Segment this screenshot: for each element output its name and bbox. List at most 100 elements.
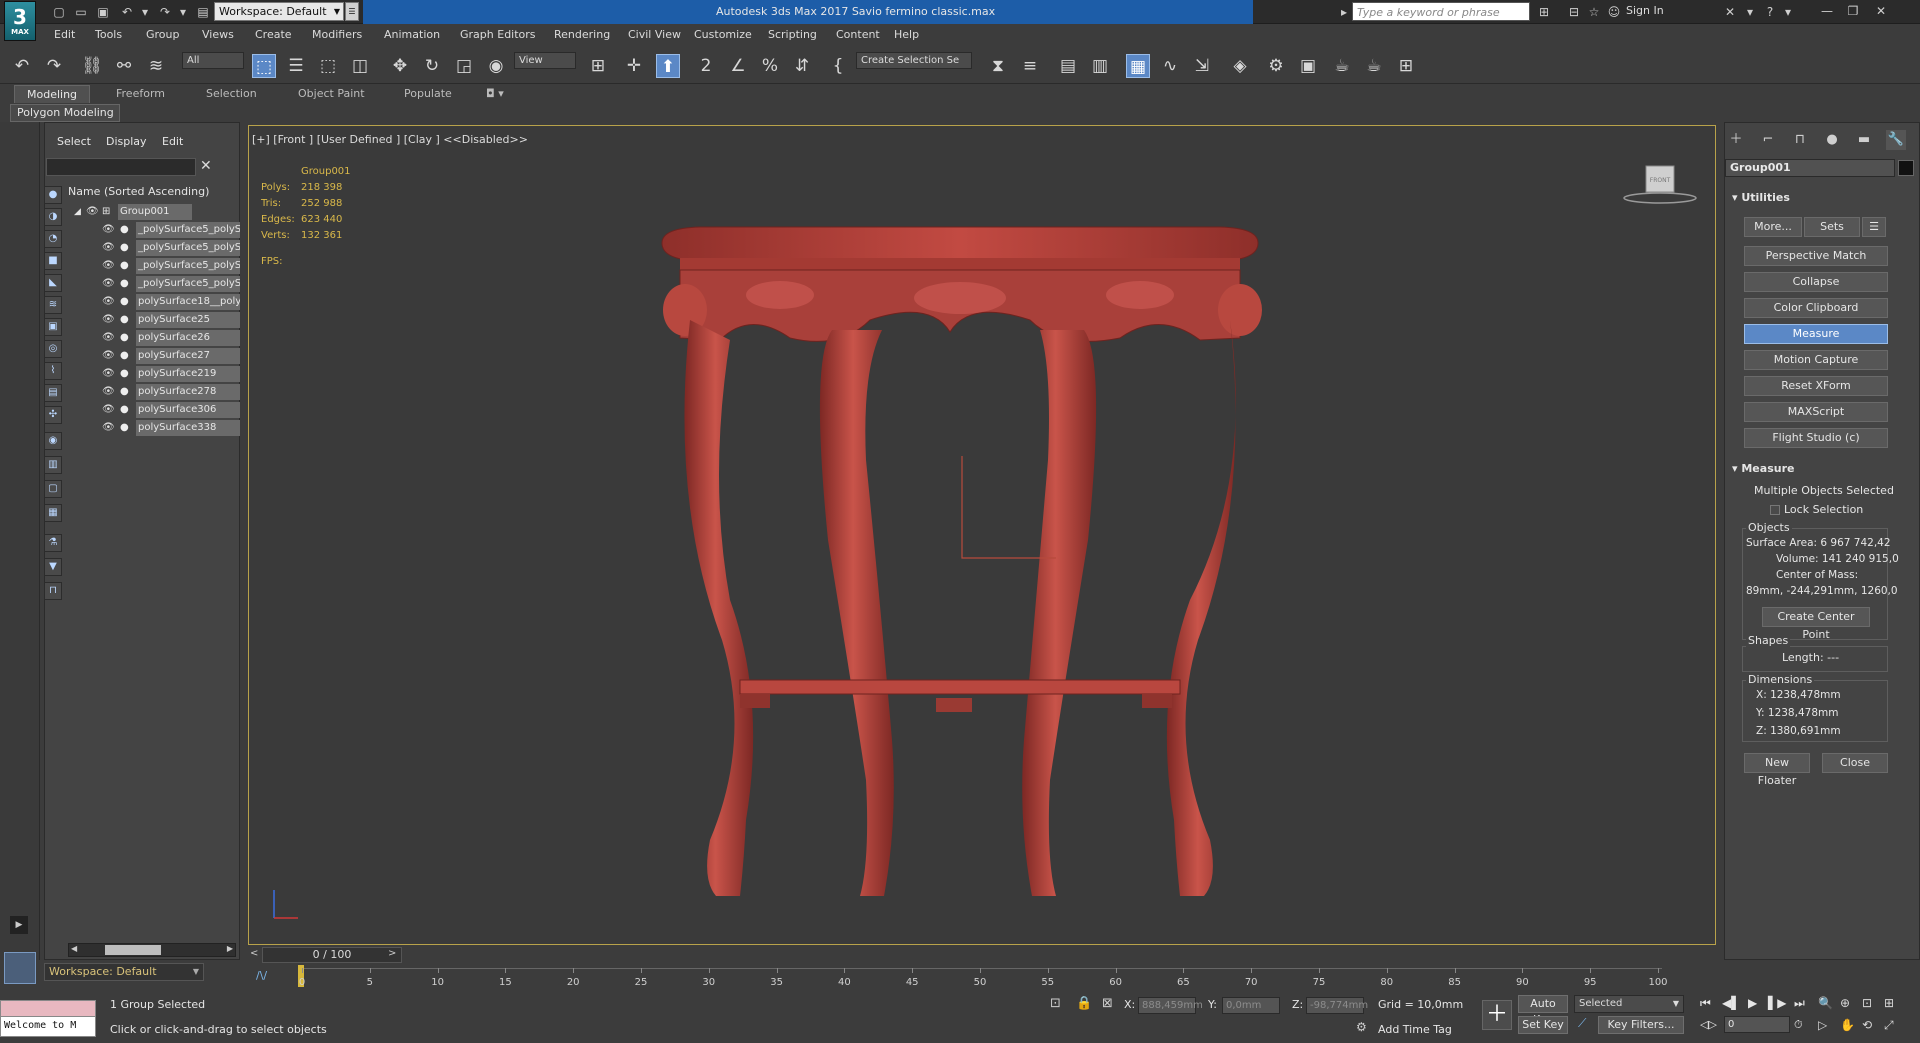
select-by-name-icon[interactable]: ☰ [284, 54, 308, 78]
time-slider[interactable]: 0 / 100 [262, 947, 402, 963]
mirror-icon[interactable]: ⧗ [986, 54, 1010, 78]
set-key-button[interactable]: Set Key [1518, 1016, 1568, 1034]
utility-button-measure[interactable]: Measure [1744, 324, 1888, 344]
key-filters-button[interactable]: Key Filters... [1598, 1016, 1684, 1034]
ribbon-options-icon[interactable]: ◘ ▾ [474, 85, 516, 103]
render-online-icon[interactable]: ⊞ [1394, 54, 1418, 78]
visibility-eye-icon[interactable]: 👁 [102, 257, 115, 275]
time-configuration-icon[interactable]: ⏱ [1794, 1018, 1803, 1032]
scene-tab-select[interactable]: Select [57, 135, 91, 148]
exchange-icon[interactable]: ▾ [1742, 4, 1758, 20]
time-tag-icon[interactable]: ⚙ [1356, 1020, 1367, 1034]
collapse-arrow-icon[interactable]: ◢ [74, 203, 81, 221]
menu-edit[interactable]: Edit [54, 28, 75, 41]
create-panel-icon[interactable]: ＋ [1726, 130, 1746, 150]
render-production-icon[interactable]: ☕ [1330, 54, 1354, 78]
hierarchy-panel-icon[interactable]: ⊓ [1790, 130, 1810, 150]
modify-panel-icon[interactable]: ⌐ [1758, 130, 1778, 150]
render-dot-icon[interactable]: ● [120, 221, 129, 239]
redo-tool-icon[interactable]: ↷ [42, 54, 66, 78]
auto-key-button[interactable]: Auto Key [1518, 995, 1568, 1026]
zoom-icon[interactable]: 🔍 [1818, 996, 1833, 1010]
tree-item-row[interactable]: 👁 ● _polySurface5_polyS [70, 239, 240, 257]
add-time-tag[interactable]: Add Time Tag [1378, 1023, 1452, 1036]
tree-item-row[interactable]: 👁 ● polySurface306 [70, 401, 240, 419]
close-measure-button[interactable]: Close [1822, 753, 1888, 773]
time-slider-next-icon[interactable]: > [388, 948, 396, 959]
tree-item-row[interactable]: 👁 ● _polySurface5_polyS [70, 221, 240, 239]
utility-button-maxscript[interactable]: MAXScript [1744, 402, 1888, 422]
filter-xrefs-icon[interactable]: ◎ [44, 340, 62, 358]
scene-column-header[interactable]: Name (Sorted Ascending) [44, 183, 240, 201]
menu-tools[interactable]: Tools [95, 28, 122, 41]
render-dot-icon[interactable]: ● [120, 401, 129, 419]
visibility-eye-icon[interactable]: 👁 [102, 311, 115, 329]
selection-set-icon[interactable]: ⊓ [44, 582, 62, 600]
schematic-view-icon[interactable]: ⇲ [1190, 54, 1214, 78]
pivot-center-icon[interactable]: ⊞ [586, 54, 610, 78]
render-dot-icon[interactable]: ● [120, 329, 129, 347]
menu-rendering[interactable]: Rendering [554, 28, 610, 41]
visibility-eye-icon[interactable]: 👁 [102, 275, 115, 293]
binoculars-icon[interactable]: ⊞ [1536, 4, 1552, 20]
display-children-icon[interactable]: ▢ [44, 480, 62, 498]
create-center-point-button[interactable]: Create Center Point [1762, 607, 1870, 641]
display-hidden-icon[interactable]: ◉ [44, 432, 62, 450]
field-of-view-icon[interactable]: ▷ [1818, 1018, 1827, 1032]
tree-item-row[interactable]: 👁 ● polySurface26 [70, 329, 240, 347]
undo-dropdown-icon[interactable]: ▾ [136, 3, 154, 21]
more-button[interactable]: More... [1744, 217, 1802, 237]
keyboard-shortcut-override-icon[interactable]: ⬆ [656, 54, 680, 78]
display-influences-icon[interactable]: ▦ [44, 504, 62, 522]
new-file-icon[interactable]: ▢ [50, 3, 68, 21]
ribbon-tab-object-paint[interactable]: Object Paint [286, 85, 377, 103]
menu-animation[interactable]: Animation [384, 28, 440, 41]
bind-space-warp-icon[interactable]: ≋ [144, 54, 168, 78]
toggle-ribbon-icon[interactable]: ▥ [1088, 54, 1112, 78]
viewcube-icon[interactable]: FRONT [1622, 164, 1698, 206]
menu-content[interactable]: Content [836, 28, 880, 41]
filter-funnel-icon[interactable]: ⚗ [44, 534, 62, 552]
new-floater-button[interactable]: New Floater [1744, 753, 1810, 787]
sign-in-link[interactable]: Sign In [1626, 4, 1664, 17]
visibility-eye-icon[interactable]: 👁 [102, 383, 115, 401]
zoom-extents-icon[interactable]: ⊡ [1862, 996, 1872, 1010]
utilities-rollout-title[interactable]: ▾ Utilities [1732, 191, 1790, 204]
zoom-extents-all-icon[interactable]: ⊞ [1884, 996, 1894, 1010]
ribbon-tab-selection[interactable]: Selection [194, 85, 269, 103]
visibility-eye-icon[interactable]: 👁 [102, 221, 115, 239]
viewport-label-menu[interactable]: [+] [Front ] [User Defined ] [Clay ] <<D… [252, 133, 528, 146]
favorites-star-icon[interactable]: ☆ [1586, 4, 1602, 20]
track-bar-toggle-icon[interactable]: /\/ [256, 969, 267, 982]
edit-named-selection-icon[interactable]: { [826, 54, 850, 78]
undo-tool-icon[interactable]: ↶ [10, 54, 34, 78]
go-to-start-icon[interactable]: ⏮ [1700, 996, 1711, 1011]
selection-filter-dropdown[interactable]: All [182, 52, 244, 69]
key-tangent-icon[interactable]: ⟋ [1578, 1016, 1586, 1031]
place-icon[interactable]: ◉ [484, 54, 508, 78]
tree-item-row[interactable]: 👁 ● polySurface18__poly [70, 293, 240, 311]
key-mode-toggle-icon[interactable]: ◁▷ [1700, 1018, 1717, 1031]
workspace-menu-button[interactable]: ☰ [345, 2, 359, 21]
set-key-big-icon[interactable]: ＋ [1482, 1000, 1512, 1030]
render-setup-icon[interactable]: ⚙ [1264, 54, 1288, 78]
utility-button-collapse[interactable]: Collapse [1744, 272, 1888, 292]
tree-root-row[interactable]: ◢ 👁 ⊞ Group001 [70, 203, 240, 221]
help-dropdown-icon[interactable]: ▾ [1780, 4, 1796, 20]
visibility-eye-icon[interactable]: 👁 [102, 329, 115, 347]
menu-graph-editors[interactable]: Graph Editors [460, 28, 536, 41]
zoom-all-icon[interactable]: ⊕ [1840, 996, 1850, 1010]
time-slider-prev-icon[interactable]: < [250, 948, 258, 959]
save-file-icon[interactable]: ▣ [94, 3, 112, 21]
rendered-frame-window-icon[interactable]: ▣ [1296, 54, 1320, 78]
z-coordinate-field[interactable]: -98,774mm [1306, 997, 1368, 1014]
help-icon[interactable]: ? [1762, 4, 1778, 20]
sets-button[interactable]: Sets [1804, 217, 1860, 237]
reference-coordinate-dropdown[interactable]: View [514, 52, 576, 69]
search-input[interactable]: Type a keyword or phrase [1352, 2, 1530, 21]
curve-editor-icon[interactable]: ∿ [1158, 54, 1182, 78]
render-dot-icon[interactable]: ● [120, 419, 129, 437]
filter-spacewarps-icon[interactable]: ≋ [44, 296, 62, 314]
table-model[interactable] [640, 220, 1280, 910]
object-color-swatch[interactable] [1898, 160, 1914, 176]
